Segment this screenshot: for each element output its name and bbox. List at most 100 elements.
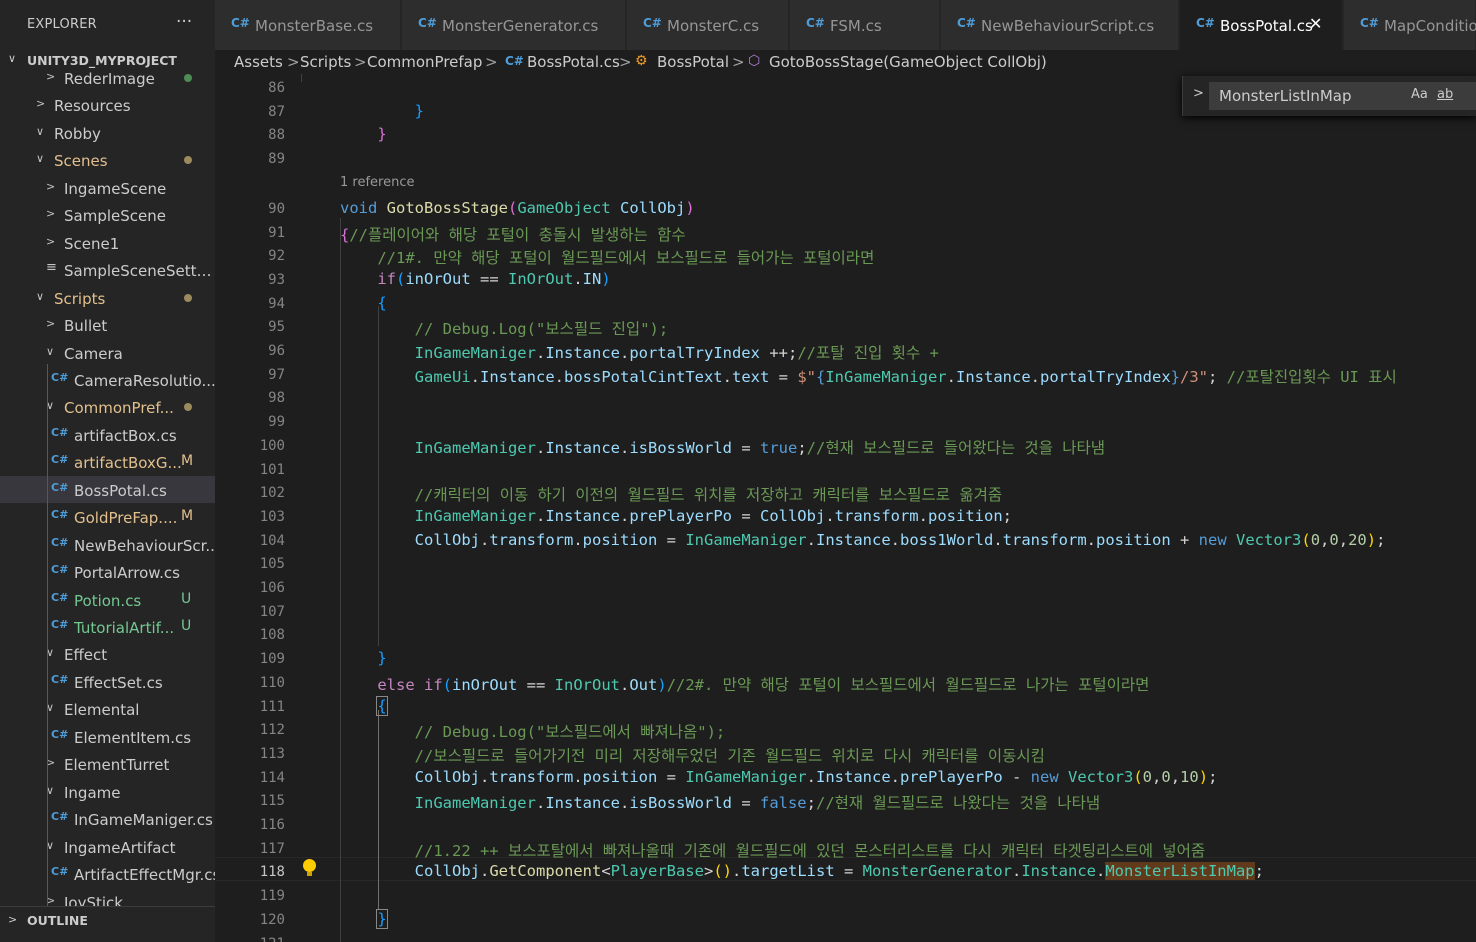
editor-tab[interactable]: C# MonsterC.cs xyxy=(627,0,789,50)
code-token: position xyxy=(1096,530,1171,549)
tree-item[interactable]: C# Potion.cs U xyxy=(0,586,215,613)
editor-tab[interactable]: C# MapConditio xyxy=(1344,0,1476,50)
code-line: //보스필드로 들어가기전 미리 저장해두었던 기존 월드필드 위치로 다시 캐… xyxy=(340,744,1045,766)
code-token: Instance xyxy=(545,438,620,457)
csharp-file-icon: C# xyxy=(51,590,69,604)
tree-item-label: GoldPreFap.... xyxy=(74,509,178,528)
code-token: = xyxy=(731,794,760,813)
toggle-replace-icon[interactable]: > xyxy=(1193,86,1204,101)
tree-item[interactable]: > SampleScene xyxy=(0,201,215,228)
editor-tab[interactable]: C# NewBehaviourScript.cs xyxy=(941,0,1179,50)
line-number: 101 xyxy=(259,461,285,478)
code-editor[interactable]: 1 reference 86 87 } 88 } 89 90 void GotoBossS… xyxy=(215,74,1476,942)
close-tab-icon[interactable]: ✕ xyxy=(1309,14,1322,33)
tree-item[interactable]: C# TutorialArtif... U xyxy=(0,613,215,640)
line-number: 94 xyxy=(268,295,285,312)
code-token: //2#. 만약 해당 포털이 보스필드에서 월드필드로 나가는 포털이라면 xyxy=(666,675,1150,694)
code-token: //1.22 ++ 보스포탈에서 빠져나올때 기존에 월드필드에 있던 몬스터리… xyxy=(414,841,1206,860)
more-actions-icon[interactable]: ··· xyxy=(176,12,192,32)
tree-item-label: CameraResolutio... xyxy=(74,371,215,390)
code-token: 0 xyxy=(1329,530,1339,549)
code-token: . xyxy=(620,675,630,694)
tree-item[interactable]: ∨ Elemental xyxy=(0,695,215,722)
csharp-file-icon: C# xyxy=(806,16,825,30)
tree-item[interactable]: C# EffectSet.cs xyxy=(0,668,215,695)
tree-item[interactable]: C# ArtifactEffectMgr.cs xyxy=(0,860,215,887)
tree-item[interactable]: C# artifactBox.cs xyxy=(0,421,215,448)
breadcrumb-item-folder[interactable]: CommonPrefap xyxy=(367,53,482,71)
tree-item[interactable]: ∨ Scenes xyxy=(0,146,215,173)
code-token: // Debug.Log("보스필드에서 빠져나옴"); xyxy=(414,723,726,742)
tree-item[interactable]: C# GoldPreFap.... M xyxy=(0,503,215,530)
csharp-file-icon: C# xyxy=(51,480,69,494)
tree-item[interactable]: ∨ Ingame xyxy=(0,778,215,805)
line-number: 102 xyxy=(259,485,285,502)
breadcrumb-item-assets[interactable]: Assets xyxy=(234,53,283,71)
code-line: CollObj.transform.position = InGameManig… xyxy=(340,530,1386,549)
find-input[interactable]: MonsterListInMap Aa ab xyxy=(1209,82,1476,110)
breadcrumb-item-class[interactable]: BossPotal xyxy=(657,53,729,71)
tree-item[interactable]: > Resources xyxy=(0,91,215,118)
csharp-file-icon: C# xyxy=(1196,16,1215,30)
tree-item[interactable]: C# artifactBoxG... M xyxy=(0,448,215,475)
line-number: 98 xyxy=(268,390,285,407)
outline-section[interactable]: > OUTLINE xyxy=(0,906,215,942)
breadcrumb-item-method[interactable]: GotoBossStage(GameObject CollObj) xyxy=(769,53,1047,71)
code-token: = xyxy=(731,438,760,457)
editor-tab[interactable]: C# MonsterGenerator.cs xyxy=(402,0,626,50)
editor-tab[interactable]: C# FSM.cs xyxy=(790,0,940,50)
tree-item[interactable]: C# InGameManiger.cs xyxy=(0,805,215,832)
tree-item[interactable]: ∨ Robby xyxy=(0,119,215,146)
code-token: position xyxy=(582,530,658,549)
breadcrumb-item-file[interactable]: BossPotal.cs xyxy=(527,53,620,71)
tree-item[interactable]: ∨ Scripts xyxy=(0,284,215,311)
code-token: CollObj xyxy=(759,506,826,525)
tree-item[interactable]: > IngameScene xyxy=(0,174,215,201)
editor-tab[interactable]: C# MonsterBase.cs xyxy=(215,0,401,50)
code-token: . xyxy=(470,367,480,386)
code-line: } xyxy=(340,908,388,929)
tree-item[interactable]: C# NewBehaviourScr... xyxy=(0,531,215,558)
code-token: . xyxy=(479,767,490,786)
code-token: < xyxy=(601,862,611,881)
tree-item[interactable]: C# ElementItem.cs xyxy=(0,723,215,750)
tree-item[interactable]: ≡ SampleSceneSettin... xyxy=(0,256,215,283)
tree-item[interactable]: > Scene1 xyxy=(0,229,215,256)
indent-guide xyxy=(301,74,302,82)
code-line: //캐릭터의 이동 하기 이전의 월드필드 위치를 저장하고 캐릭터를 보스필드… xyxy=(340,483,1003,505)
tree-item-label: Potion.cs xyxy=(74,591,142,610)
match-case-icon[interactable]: Aa xyxy=(1411,87,1428,102)
tree-item[interactable]: > Bullet xyxy=(0,311,215,338)
csharp-file-icon: C# xyxy=(51,425,69,439)
breadcrumb-item-scripts[interactable]: Scripts xyxy=(300,53,351,71)
code-token: isBossWorld xyxy=(629,794,732,813)
editor-tab[interactable]: C# BossPotal.cs ✕ xyxy=(1180,0,1343,50)
code-line: {//플레이어와 해당 포털이 충돌시 발생하는 함수 xyxy=(340,223,686,245)
tree-item[interactable]: ∨ Effect xyxy=(0,640,215,667)
tree-item[interactable]: ∨ IngameArtifact xyxy=(0,833,215,860)
tree-item[interactable]: ∨ Camera xyxy=(0,339,215,366)
code-token: Instance xyxy=(545,506,620,525)
breadcrumb-separator-icon: > xyxy=(354,53,367,71)
tree-item[interactable]: > JoyStick xyxy=(0,888,215,909)
tree-item[interactable]: ∨ CommonPref... xyxy=(0,393,215,420)
tree-item[interactable]: > ElementTurret xyxy=(0,750,215,777)
code-token: ; xyxy=(797,438,807,457)
tree-item[interactable]: > RederImage xyxy=(0,64,215,91)
code-token: Instance xyxy=(545,794,620,813)
whole-word-icon[interactable]: ab xyxy=(1437,87,1453,102)
tree-item-label: Robby xyxy=(54,124,101,143)
code-token: PlayerBase xyxy=(610,862,704,881)
codelens-references[interactable]: 1 reference xyxy=(340,175,414,190)
code-token: MonsterGenerator xyxy=(862,862,1012,881)
tree-item[interactable]: C# BossPotal.cs xyxy=(0,475,215,503)
lightbulb-icon[interactable] xyxy=(303,859,316,876)
tree-item-label: artifactBox.cs xyxy=(74,426,177,445)
tree-item[interactable]: C# PortalArrow.cs xyxy=(0,558,215,585)
tree-item[interactable]: C# CameraResolutio... xyxy=(0,366,215,393)
